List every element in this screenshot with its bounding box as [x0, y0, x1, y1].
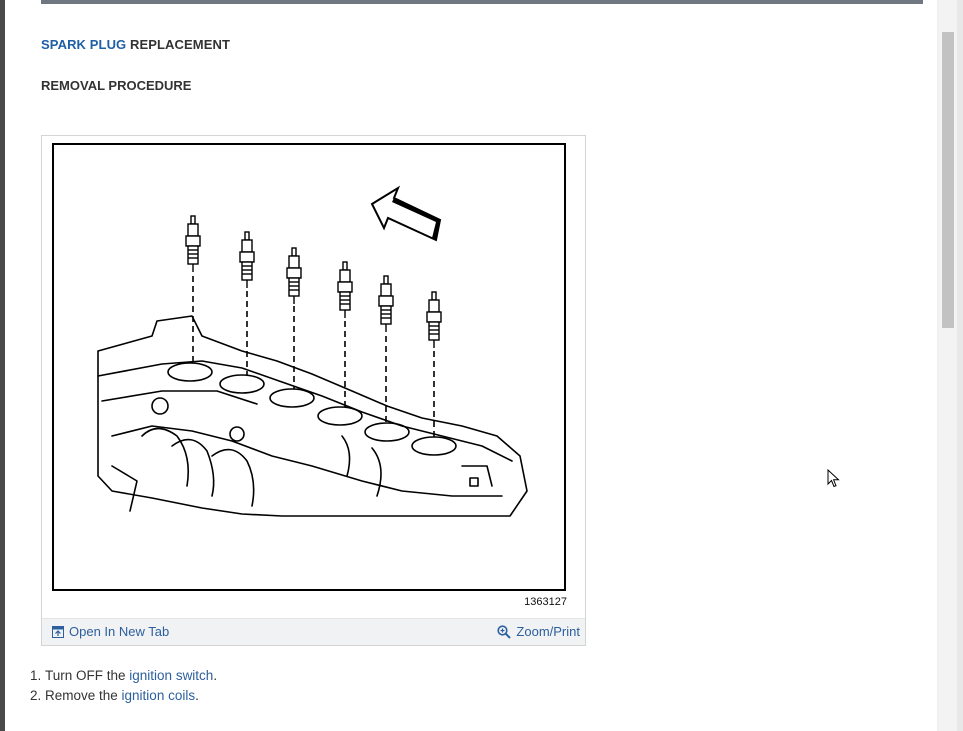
spark-plug-illustration [52, 143, 566, 591]
title-link[interactable]: SPARK PLUG [41, 37, 126, 52]
mouse-cursor-icon [827, 469, 840, 488]
step-text-end: . [213, 668, 218, 683]
zoom-print-label: Zoom/Print [516, 624, 580, 639]
open-new-tab-label: Open In New Tab [69, 624, 170, 639]
figure-number: 1363127 [524, 596, 567, 608]
open-new-tab-icon [52, 625, 64, 638]
step-item: Remove the ignition coils. [45, 686, 217, 706]
scrollbar-track[interactable] [939, 0, 957, 731]
window-right-edge [957, 0, 963, 731]
title-rest: REPLACEMENT [126, 37, 231, 52]
header-bar [41, 0, 923, 4]
figure-toolbar: Open In New Tab Zoom/Print [42, 618, 585, 645]
ignition-coils-link[interactable]: ignition coils [122, 688, 196, 703]
ignition-switch-link[interactable]: ignition switch [129, 668, 213, 683]
step-item: Turn OFF the ignition switch. [45, 666, 217, 686]
figure-container: 1363127 Open In New Tab Zoom/Print [41, 135, 586, 646]
step-text: Remove the [45, 688, 122, 703]
page-title: SPARK PLUG REPLACEMENT [41, 37, 230, 52]
open-new-tab-button[interactable]: Open In New Tab [52, 624, 169, 639]
procedure-steps: Turn OFF the ignition switch. Remove the… [23, 666, 217, 706]
step-text-end: . [195, 688, 199, 703]
magnifier-icon [497, 624, 512, 639]
zoom-print-button[interactable]: Zoom/Print [497, 624, 580, 639]
scrollbar-thumb[interactable] [942, 32, 954, 328]
document-content: SPARK PLUG REPLACEMENT REMOVAL PROCEDURE [5, 0, 937, 731]
section-title: REMOVAL PROCEDURE [41, 78, 192, 93]
step-text: Turn OFF the [45, 668, 130, 683]
